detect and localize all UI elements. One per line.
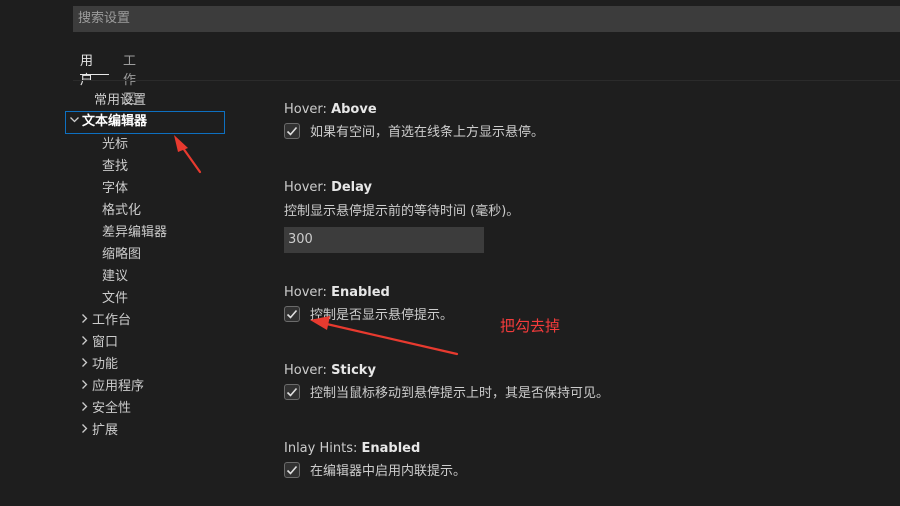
setting-hover-above: Hover: Above 如果有空间，首选在线条上方显示悬停。 — [284, 102, 544, 140]
tree-item-common[interactable]: 常用设置 — [94, 91, 146, 111]
tree-item-application[interactable]: 应用程序 — [76, 377, 144, 397]
annotation-arrow-tree — [174, 135, 202, 174]
setting-title: Inlay Hints: Enabled — [284, 441, 421, 456]
setting-hover-enabled: Hover: Enabled 控制是否显示悬停提示。 — [284, 285, 453, 323]
setting-title: Hover: Delay — [284, 180, 372, 195]
tree-item-diff-editor[interactable]: 差异编辑器 — [102, 223, 167, 243]
setting-title: Hover: Sticky — [284, 363, 376, 378]
tree-item-label: 安全性 — [92, 401, 132, 416]
setting-title: Hover: Enabled — [284, 285, 390, 300]
chevron-right-icon — [76, 355, 92, 375]
setting-title: Hover: Above — [284, 102, 377, 117]
chevron-right-icon — [76, 399, 92, 419]
tree-item-window[interactable]: 窗口 — [76, 333, 118, 353]
tree-item-cursor[interactable]: 光标 — [102, 135, 128, 155]
tab-user[interactable]: 用户 — [80, 50, 93, 88]
setting-inlay-hints-enabled: Inlay Hints: Enabled 在编辑器中启用内联提示。 — [284, 441, 466, 479]
tree-item-label: 文本编辑器 — [82, 114, 148, 129]
tree-item-features[interactable]: 功能 — [76, 355, 118, 375]
hover-above-checkbox[interactable] — [284, 122, 300, 139]
tree-item-security[interactable]: 安全性 — [76, 399, 131, 419]
tree-item-label: 扩展 — [92, 423, 119, 438]
chevron-right-icon — [76, 311, 92, 331]
tree-item-font[interactable]: 字体 — [102, 179, 128, 199]
tree-item-label: 工作台 — [92, 313, 132, 328]
chevron-down-icon — [66, 112, 82, 132]
chevron-right-icon — [76, 333, 92, 353]
setting-description: 控制是否显示悬停提示。 — [310, 308, 454, 323]
setting-hover-delay: Hover: Delay 控制显示悬停提示前的等待时间 (毫秒)。 300 — [284, 180, 519, 253]
tree-item-find[interactable]: 查找 — [102, 157, 128, 177]
hover-sticky-checkbox[interactable] — [284, 383, 300, 400]
setting-description: 如果有空间，首选在线条上方显示悬停。 — [310, 125, 545, 140]
checkmark-icon — [286, 387, 298, 397]
tree-item-text-editor[interactable]: 文本编辑器 — [65, 111, 225, 134]
tree-item-files[interactable]: 文件 — [102, 289, 128, 309]
tree-item-label: 功能 — [92, 357, 119, 372]
checkmark-icon — [286, 465, 298, 475]
tree-item-formatting[interactable]: 格式化 — [102, 201, 141, 221]
hover-enabled-checkbox[interactable] — [284, 305, 300, 322]
chevron-right-icon — [76, 377, 92, 397]
chevron-right-icon — [76, 421, 92, 441]
tree-item-workbench[interactable]: 工作台 — [76, 311, 131, 331]
tree-item-extensions[interactable]: 扩展 — [76, 421, 118, 441]
hover-delay-input[interactable]: 300 — [284, 227, 484, 253]
tree-item-label: 应用程序 — [92, 379, 145, 394]
setting-description: 控制显示悬停提示前的等待时间 (毫秒)。 — [284, 204, 520, 219]
tree-item-label: 窗口 — [92, 335, 119, 350]
checkmark-icon — [286, 309, 298, 319]
annotation-text: 把勾去掉 — [500, 317, 561, 335]
tabs-divider — [73, 80, 900, 81]
setting-description: 在编辑器中启用内联提示。 — [310, 464, 467, 479]
tree-item-minimap[interactable]: 缩略图 — [102, 245, 141, 265]
setting-hover-sticky: Hover: Sticky 控制当鼠标移动到悬停提示上时，其是否保持可见。 — [284, 363, 609, 401]
inlay-hints-checkbox[interactable] — [284, 461, 300, 478]
setting-description: 控制当鼠标移动到悬停提示上时，其是否保持可见。 — [310, 386, 610, 401]
active-tab-indicator — [80, 74, 109, 75]
search-settings-input[interactable]: 搜索设置 — [73, 6, 900, 32]
checkmark-icon — [286, 126, 298, 136]
tree-item-suggestions[interactable]: 建议 — [102, 267, 128, 287]
